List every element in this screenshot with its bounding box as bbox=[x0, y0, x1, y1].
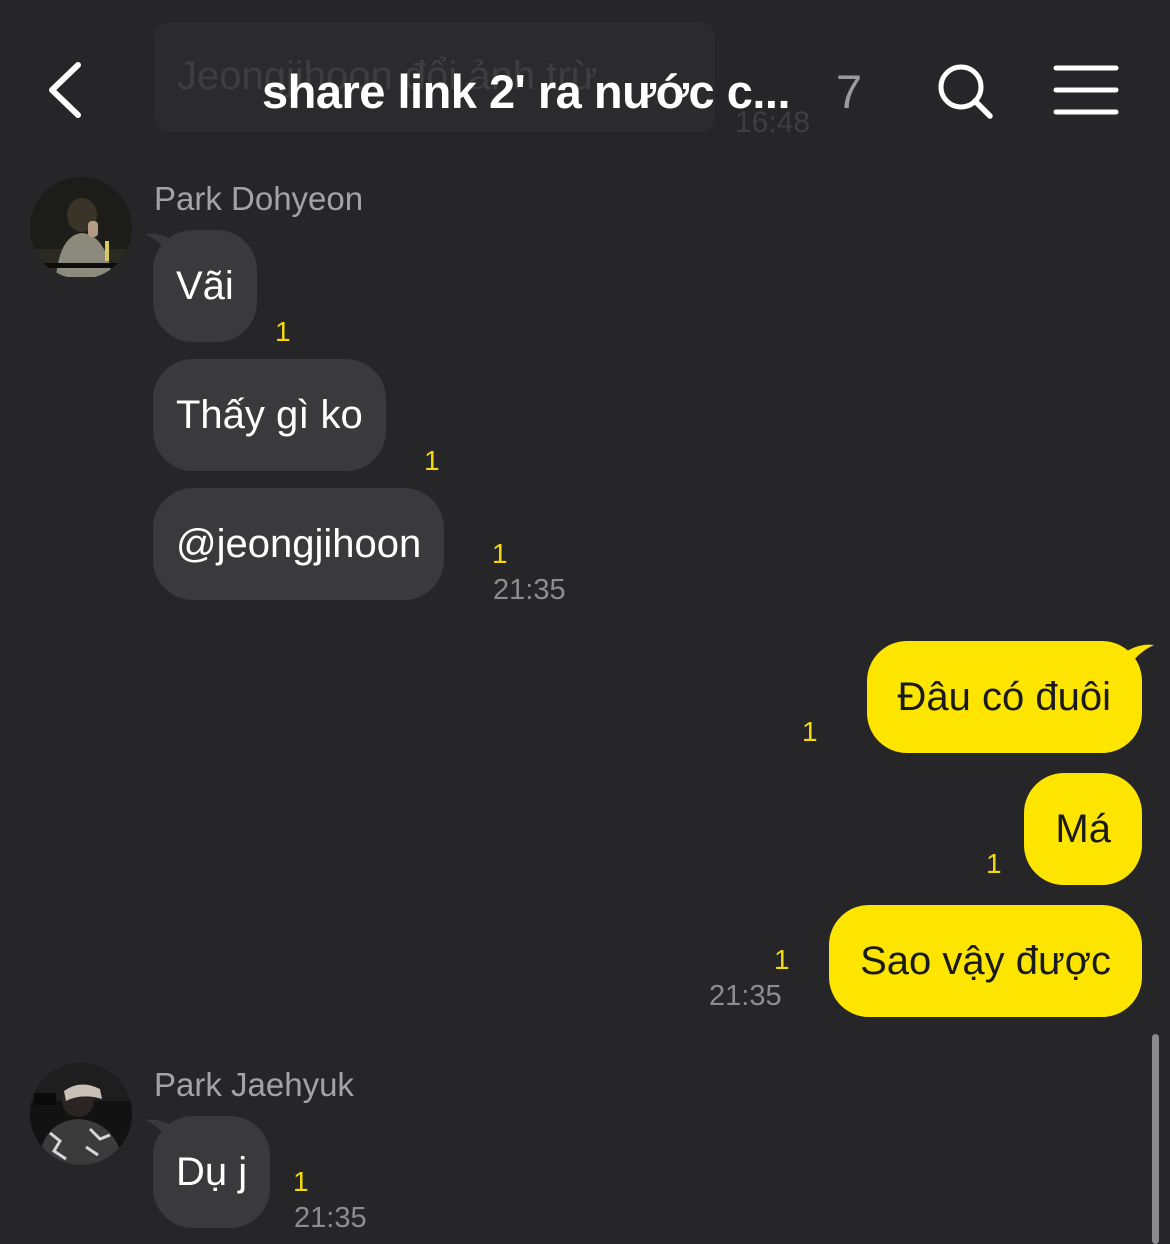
menu-button[interactable] bbox=[1052, 62, 1120, 118]
member-count: 7 bbox=[836, 65, 863, 118]
search-icon bbox=[938, 64, 993, 119]
message-bubble[interactable]: Đâu có đuôi bbox=[866, 641, 1142, 753]
unread-count: 1 bbox=[424, 445, 440, 476]
avatar-park-dohyeon[interactable] bbox=[30, 177, 132, 279]
unread-count: 1 bbox=[275, 316, 291, 347]
message-bubble[interactable]: @jeongjihoon bbox=[153, 488, 445, 600]
sender-name: Park Jaehyuk bbox=[154, 1066, 354, 1103]
message-bubble[interactable]: Thấy gì ko bbox=[153, 359, 386, 471]
back-button[interactable] bbox=[38, 55, 98, 125]
message-bubble[interactable]: Dụ j bbox=[153, 1116, 271, 1228]
message-time: 21:35 bbox=[294, 1202, 367, 1234]
chat-header: Jeongjihoon đổi ảnh trừ 16:48 share link… bbox=[0, 0, 1170, 170]
message-bubble[interactable]: Sao vậy được bbox=[829, 905, 1142, 1017]
user-photo-icon bbox=[30, 1063, 132, 1165]
message-time: 21:35 bbox=[493, 574, 566, 606]
message-time: 21:35 bbox=[709, 980, 782, 1012]
message-bubble[interactable]: Vãi bbox=[153, 230, 257, 342]
scrollbar[interactable] bbox=[1152, 1034, 1159, 1244]
sender-name: Park Dohyeon bbox=[154, 180, 364, 217]
avatar-park-jaehyuk[interactable] bbox=[30, 1063, 132, 1165]
unread-count: 1 bbox=[492, 538, 508, 569]
unread-count: 1 bbox=[802, 716, 818, 747]
chevron-left-icon bbox=[49, 62, 81, 118]
chat-screen: Jeongjihoon đổi ảnh trừ 16:48 share link… bbox=[0, 0, 1170, 1244]
hamburger-menu-icon bbox=[1053, 65, 1119, 115]
search-button[interactable] bbox=[934, 60, 998, 124]
unread-count: 1 bbox=[774, 944, 790, 975]
unread-count: 1 bbox=[293, 1166, 309, 1197]
message-bubble[interactable]: Má bbox=[1024, 773, 1142, 885]
chat-title[interactable]: share link 2' ra nước c... bbox=[262, 64, 791, 119]
unread-count: 1 bbox=[986, 848, 1002, 879]
user-photo-icon bbox=[30, 177, 132, 279]
